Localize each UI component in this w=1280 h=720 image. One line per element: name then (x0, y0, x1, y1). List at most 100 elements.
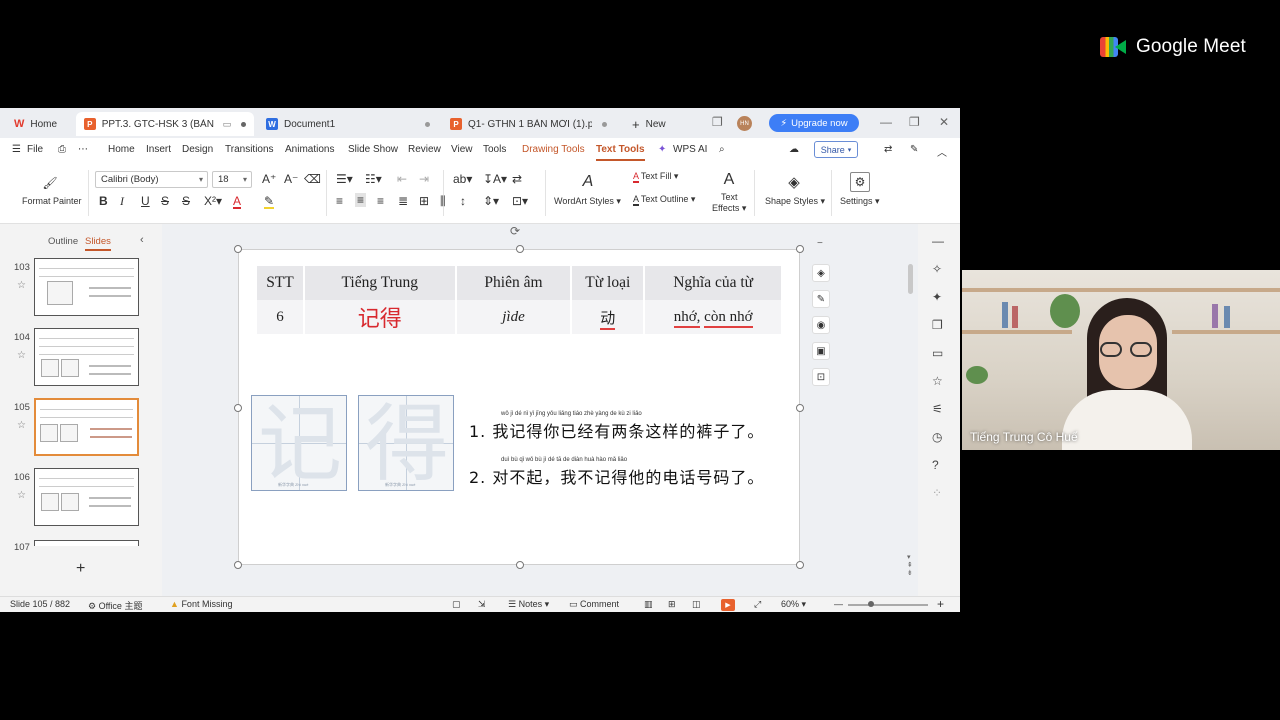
resize-handle[interactable] (796, 561, 804, 569)
tab-slides[interactable]: Slides (85, 236, 111, 251)
bullets-icon[interactable]: ☰▾ (336, 173, 353, 185)
help-icon[interactable]: ? (932, 458, 939, 472)
font-color-icon[interactable]: A (233, 195, 242, 209)
distribute-icon[interactable]: ⊞ (419, 195, 429, 207)
adjust-icon[interactable]: ⚟ (932, 402, 943, 416)
zoom-out-icon[interactable]: — (834, 599, 843, 609)
underline-icon[interactable]: U (141, 195, 150, 207)
convert-icon[interactable]: ⇄ (512, 173, 522, 185)
vocabulary-table[interactable]: STT Tiếng Trung Phiên âm Từ loại Nghĩa c… (257, 266, 783, 334)
edit-icon[interactable]: ✎ (910, 144, 918, 155)
chevron-up-icon[interactable]: ︿ (937, 144, 947, 159)
current-slide[interactable]: STT Tiếng Trung Phiên âm Từ loại Nghĩa c… (234, 245, 804, 569)
character-spacing-icon[interactable]: ab▾ (453, 173, 472, 185)
zoom-select[interactable]: 60% ▾ (781, 599, 806, 610)
menu-file[interactable]: File (27, 144, 43, 155)
superscript-icon[interactable]: X²▾ (204, 195, 222, 207)
add-slide-icon[interactable]: + (76, 560, 85, 578)
animation-icon[interactable]: ✦ (932, 290, 942, 304)
align-center-icon[interactable]: ≡ (355, 193, 367, 207)
justify-icon[interactable]: ≣ (398, 195, 408, 207)
star-icon[interactable]: ☆ (17, 350, 26, 361)
wordart-icon[interactable]: A (576, 172, 600, 192)
tab-outline[interactable]: Outline (48, 236, 78, 247)
decrease-font-icon[interactable]: A⁻ (284, 173, 298, 185)
resize-handle[interactable] (234, 404, 242, 412)
zoom-slider[interactable] (848, 604, 928, 606)
align-left-icon[interactable]: ≡ (336, 195, 343, 207)
menu-tools[interactable]: Tools (483, 144, 506, 155)
fit-icon[interactable]: ⤢ (754, 599, 761, 610)
window-icon[interactable]: ▭ (223, 119, 232, 130)
hamburger-icon[interactable]: ☰ (12, 144, 21, 155)
slide-thumbnail-104[interactable] (34, 328, 139, 386)
text-outline-button[interactable]: A Text Outline ▾ (633, 194, 695, 206)
menu-view[interactable]: View (451, 144, 473, 155)
slide-thumbnail-103[interactable] (34, 258, 139, 316)
collapse-ribbon-icon[interactable]: ⇄ (884, 144, 892, 155)
comment-button[interactable]: ▭ Comment (569, 599, 619, 610)
settings-icon[interactable]: ⚙ (850, 172, 870, 192)
format-painter-button[interactable]: Format Painter (22, 196, 82, 206)
menu-text-tools[interactable]: Text Tools (596, 144, 645, 161)
font-name-select[interactable]: Calibri (Body) ▾ (95, 171, 208, 188)
strikethrough-icon[interactable]: S (161, 195, 169, 207)
shape-styles-icon[interactable]: ◈ (782, 172, 806, 192)
collapse-panel-icon[interactable]: ‹ (140, 234, 144, 246)
resize-handle[interactable] (796, 245, 804, 253)
text-effects-label[interactable]: Text (721, 192, 738, 202)
font-size-select[interactable]: 18 ▾ (212, 171, 252, 188)
strike-style-icon[interactable]: S (182, 195, 190, 207)
notes-button[interactable]: ☰ Notes ▾ (508, 599, 549, 610)
tab-q1-gthn[interactable]: P Q1- GTHN 1 BẢN MỚI (1).pptx (442, 112, 620, 136)
resize-handle[interactable] (234, 561, 242, 569)
minus-icon[interactable]: — (932, 234, 944, 248)
tab-document1[interactable]: W Document1 (258, 112, 438, 136)
columns-icon[interactable]: ⫼ (440, 195, 446, 207)
slide-sorter-icon[interactable]: ⊞ (668, 599, 676, 610)
menu-wps-ai[interactable]: WPS AI (673, 144, 707, 155)
increase-indent-icon[interactable]: ⇥ (419, 173, 429, 185)
resize-handle[interactable] (234, 245, 242, 253)
menu-home[interactable]: Home (108, 144, 135, 155)
comment-icon[interactable]: ▭ (932, 346, 943, 360)
close-icon[interactable]: ✕ (939, 115, 949, 129)
menu-insert[interactable]: Insert (146, 144, 171, 155)
restore-icon[interactable]: ❐ (909, 115, 920, 129)
magic-icon[interactable]: ✧ (932, 262, 942, 276)
menu-drawing-tools[interactable]: Drawing Tools (522, 144, 585, 155)
text-direction-icon[interactable]: ↧A▾ (483, 173, 507, 185)
rotate-handle-icon[interactable]: ⟳ (510, 224, 520, 238)
resize-handle[interactable] (516, 245, 524, 253)
new-tab-button[interactable]: + New (624, 112, 674, 136)
apps-icon[interactable]: ⁘ (932, 486, 942, 500)
italic-icon[interactable]: I (120, 195, 124, 207)
vertical-scrollbar[interactable] (908, 264, 913, 294)
fill-icon[interactable]: ◉ (812, 316, 830, 334)
menu-design[interactable]: Design (182, 144, 213, 155)
export-icon[interactable]: ⇲ (478, 599, 486, 610)
play-slideshow-button[interactable]: ▶ (721, 599, 735, 611)
menu-animations[interactable]: Animations (285, 144, 334, 155)
search-icon[interactable]: ⌕ (719, 144, 725, 155)
format-painter-icon[interactable]: 🖌 (40, 174, 60, 192)
zoom-in-icon[interactable]: + (937, 597, 944, 611)
reading-view-icon[interactable]: ◫ (692, 599, 701, 610)
text-effects-icon[interactable]: A (719, 170, 739, 190)
copy-icon[interactable]: ❐ (932, 318, 943, 332)
tab-list-icon[interactable]: ❐ (712, 115, 723, 129)
slide-thumbnail-107[interactable] (34, 540, 139, 546)
increase-font-icon[interactable]: A⁺ (262, 173, 276, 185)
tab-home[interactable]: W Home (6, 112, 65, 136)
more-icon[interactable]: ⋯ (78, 144, 88, 155)
settings-button[interactable]: Settings ▾ (840, 196, 880, 207)
star-icon[interactable]: ☆ (932, 374, 943, 388)
star-icon[interactable]: ☆ (17, 420, 26, 431)
frame-icon[interactable]: ▣ (812, 342, 830, 360)
slide-thumbnail-106[interactable] (34, 468, 139, 526)
star-icon[interactable]: ☆ (17, 280, 26, 291)
star-icon[interactable]: ☆ (17, 490, 26, 501)
minus-icon[interactable]: − (817, 238, 823, 249)
layers-icon[interactable]: ◈ (812, 264, 830, 282)
normal-view-icon[interactable]: ▥ (644, 599, 653, 610)
